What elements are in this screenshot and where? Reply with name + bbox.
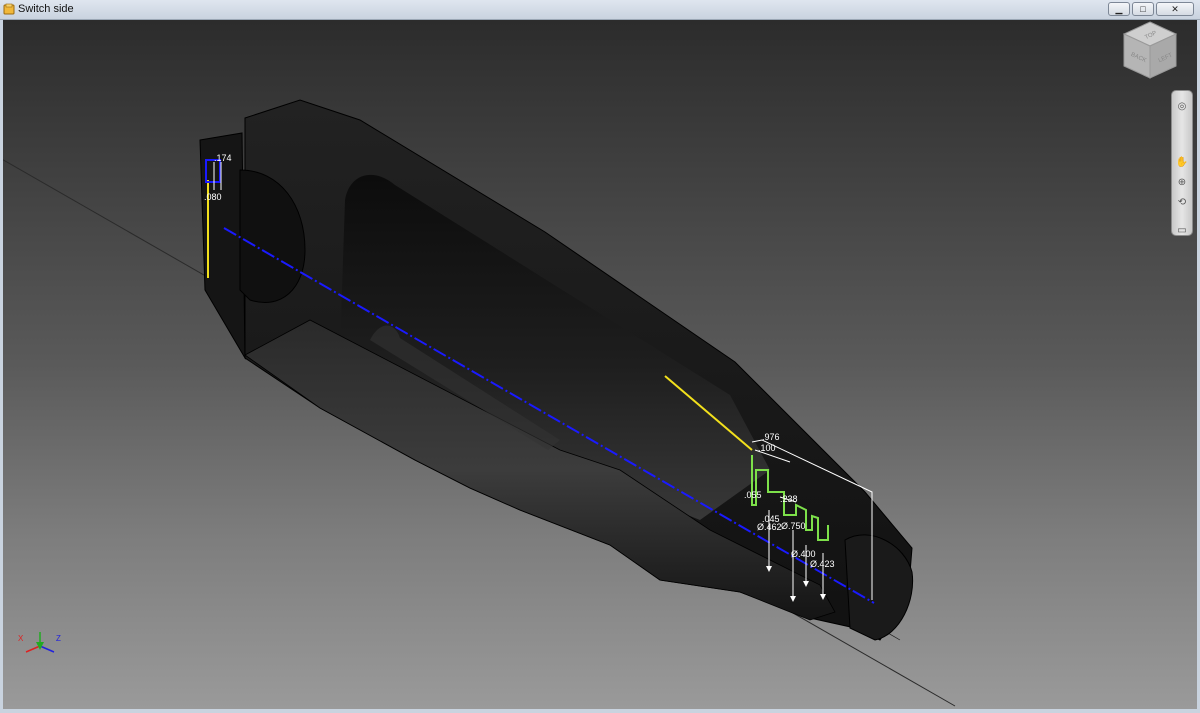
maximize-button[interactable]: □ [1132, 2, 1154, 16]
zoom-icon[interactable]: ⊕ [1175, 175, 1189, 189]
title-bar: Switch side ▁ □ ✕ [0, 0, 1200, 20]
dimension-text[interactable]: .174 [214, 153, 232, 163]
window-frame-bottom [0, 709, 1200, 713]
dimension-text[interactable]: Ø.400 [791, 549, 816, 559]
triad-x-label: X [18, 634, 24, 643]
steering-wheel-icon[interactable]: ◎ [1175, 99, 1189, 113]
triad-z-label: Z [56, 634, 61, 643]
close-button[interactable]: ✕ [1156, 2, 1194, 16]
pan-icon[interactable]: ✋ [1175, 155, 1189, 169]
dimension-text[interactable]: Ø.750 [781, 521, 806, 531]
orbit-icon[interactable]: ⟲ [1175, 195, 1189, 209]
window-controls: ▁ □ ✕ [1108, 2, 1194, 16]
dimension-text[interactable]: .238 [780, 494, 798, 504]
viewcube[interactable]: TOP BACK LEFT [1118, 18, 1182, 82]
inventor-app-icon [3, 3, 15, 15]
minimize-button[interactable]: ▁ [1108, 2, 1130, 16]
look-at-icon[interactable]: ▭ [1175, 223, 1189, 237]
graphics-viewport[interactable]: .174 .080 .976 .100 .055 .238 .045 Ø.462… [0, 20, 1200, 709]
window-title: Switch side [18, 3, 74, 15]
navigation-bar: ◎ ✋ ⊕ ⟲ ▭ [1171, 90, 1193, 236]
dimension-text[interactable]: .100 [758, 443, 776, 453]
model-scene: .174 .080 .976 .100 .055 .238 .045 Ø.462… [0, 99, 956, 707]
window-frame-left [0, 20, 3, 713]
dimension-text[interactable]: Ø.462 [757, 522, 782, 532]
dimension-text[interactable]: .976 [762, 432, 780, 442]
dimension-text[interactable]: Ø.423 [810, 559, 835, 569]
coordinate-triad: X Z [18, 632, 61, 653]
dimension-text[interactable]: .080 [204, 192, 222, 202]
dimension-text[interactable]: .055 [744, 490, 762, 500]
